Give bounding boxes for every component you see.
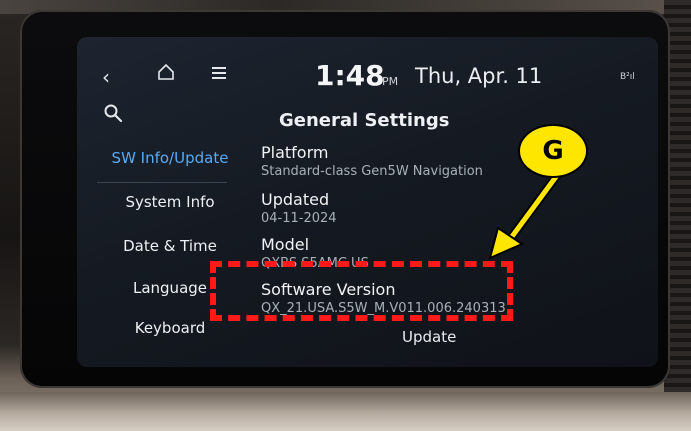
home-icon[interactable] — [157, 63, 175, 81]
platform-label: Platform — [261, 143, 329, 162]
back-icon[interactable]: ‹ — [102, 65, 110, 89]
search-icon[interactable] — [103, 103, 123, 123]
update-button[interactable]: Update — [402, 328, 456, 346]
sidebar-item-sw-info-update[interactable]: SW Info/Update — [95, 149, 245, 167]
sidebar-item-date-time[interactable]: Date & Time — [95, 237, 245, 255]
clock-ampm: PM — [382, 75, 399, 88]
model-label: Model — [261, 235, 310, 254]
software-version-highlight — [210, 261, 513, 321]
updated-label: Updated — [261, 190, 330, 209]
sidebar-item-system-info[interactable]: System Info — [95, 193, 245, 211]
menu-icon[interactable] — [212, 67, 226, 79]
clock-time: 1:48 — [315, 59, 385, 92]
sidebar-item-keyboard[interactable]: Keyboard — [95, 319, 245, 337]
clock-date: Thu, Apr. 11 — [415, 64, 543, 88]
annotation-badge: G — [518, 124, 588, 178]
sidebar-divider — [97, 182, 227, 183]
platform-value: Standard-class Gen5W Navigation — [261, 164, 483, 179]
page-title: General Settings — [279, 110, 450, 131]
updated-value: 04-11-2024 — [261, 211, 337, 226]
annotation-arrow-icon — [488, 169, 563, 260]
dashboard-bottom-trim — [0, 392, 691, 431]
bluetooth-signal-icon: B²ıl — [620, 72, 635, 82]
